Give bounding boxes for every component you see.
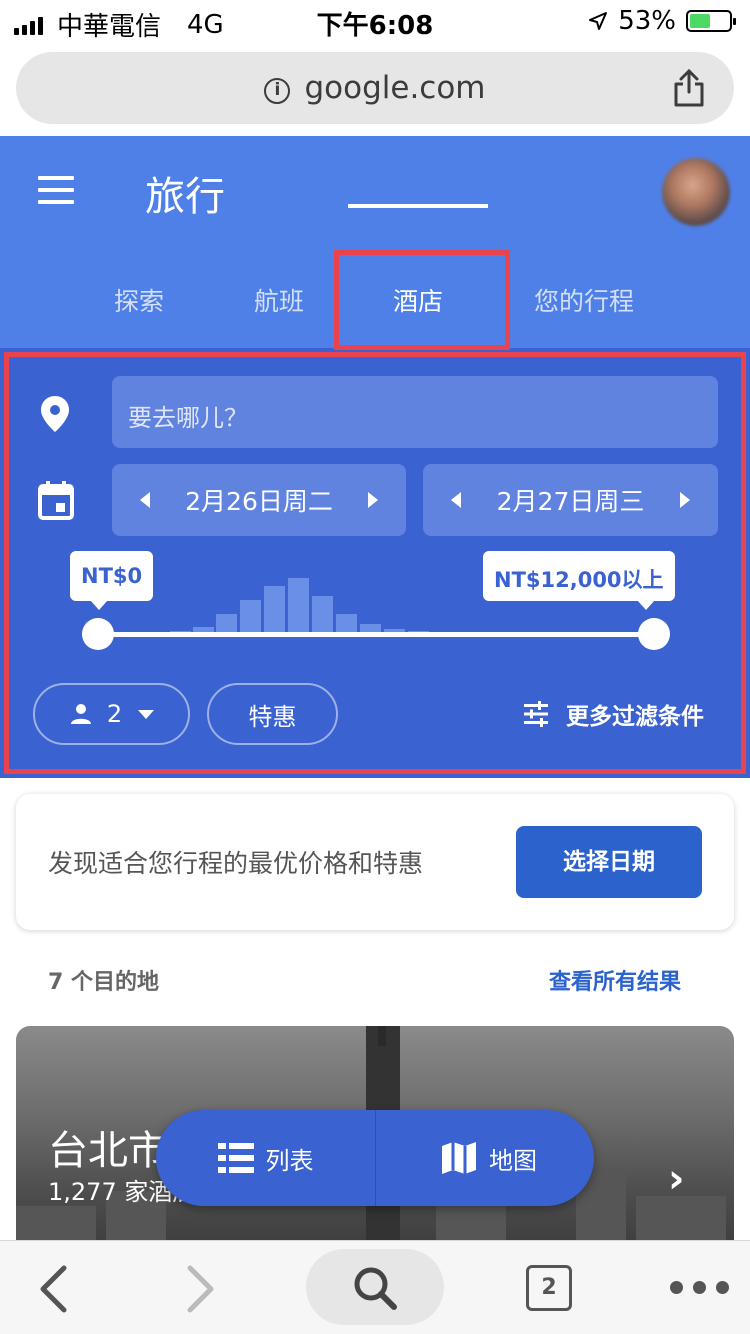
avatar[interactable]	[662, 158, 730, 226]
promo-card: 发现适合您行程的最优价格和特惠 选择日期	[16, 794, 734, 930]
list-view-button[interactable]: 列表	[156, 1110, 375, 1206]
share-icon[interactable]	[672, 68, 706, 108]
active-tab-indicator	[348, 204, 488, 208]
chevron-right-icon[interactable]: ›	[668, 1156, 684, 1202]
url-display[interactable]: i google.com	[16, 70, 734, 106]
browser-toolbar: 2	[0, 1240, 750, 1334]
battery-percent: 53%	[618, 6, 676, 36]
map-icon	[442, 1142, 476, 1174]
more-options-icon[interactable]	[670, 1281, 729, 1294]
status-right: 53%	[588, 6, 736, 36]
location-arrow-icon	[589, 12, 608, 30]
map-view-button[interactable]: 地图	[375, 1110, 594, 1206]
forward-icon[interactable]	[186, 1265, 216, 1313]
tab-switcher-button[interactable]: 2	[526, 1265, 572, 1311]
promo-text: 发现适合您行程的最优价格和特惠	[48, 849, 424, 878]
back-icon[interactable]	[38, 1265, 68, 1313]
menu-icon[interactable]	[38, 176, 74, 212]
url-text: google.com	[304, 70, 486, 106]
hotel-tab-highlight-box	[334, 250, 510, 350]
search-icon	[354, 1267, 397, 1310]
status-bar: 中華電信 4G 下午6:08 53%	[0, 0, 750, 42]
tab-explore[interactable]: 探索	[114, 282, 164, 318]
search-panel-highlight-box	[4, 352, 746, 774]
list-label: 列表	[265, 1146, 314, 1175]
address-bar[interactable]: i google.com	[16, 52, 734, 124]
info-icon[interactable]: i	[264, 78, 291, 104]
destination-city: 台北市	[48, 1128, 168, 1174]
map-label: 地图	[489, 1146, 537, 1175]
destination-count: 7 个目的地	[48, 970, 159, 995]
tab-your-trips[interactable]: 您的行程	[534, 282, 634, 318]
list-map-toggle: 列表 地图	[156, 1110, 594, 1206]
app-title: 旅行	[145, 174, 225, 220]
view-all-results-link[interactable]: 查看所有结果	[549, 964, 681, 996]
select-dates-button[interactable]: 选择日期	[516, 826, 702, 898]
search-button[interactable]	[306, 1249, 444, 1325]
list-icon	[217, 1143, 254, 1173]
battery-icon	[686, 10, 736, 32]
tab-flights[interactable]: 航班	[254, 282, 304, 318]
